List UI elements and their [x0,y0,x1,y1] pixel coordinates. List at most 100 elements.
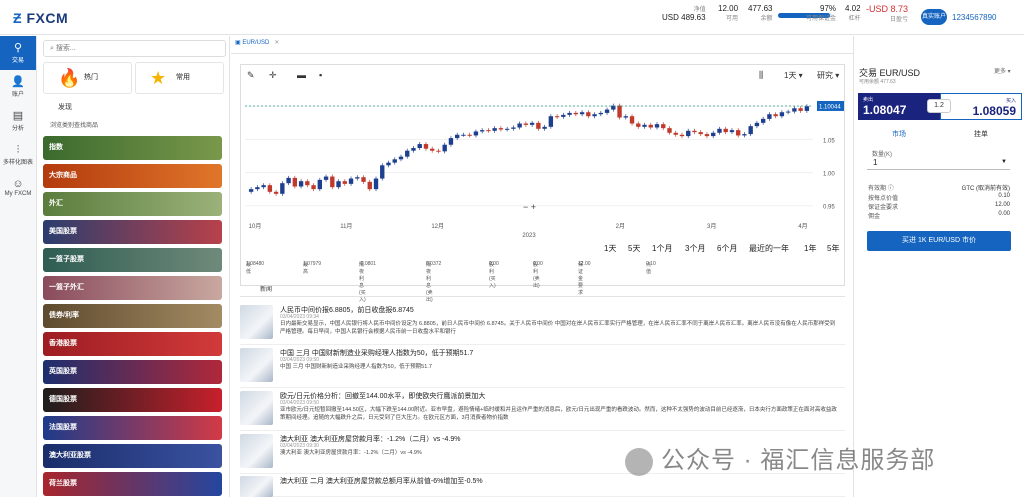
star-icon: ★ [150,68,167,88]
timeframe-select[interactable]: 1天 ▾ [784,70,803,81]
candle [492,128,497,131]
candle [717,128,722,133]
candle [486,130,491,132]
candle [573,112,579,115]
comment-icon[interactable]: ▬ [297,70,306,80]
category-de-stocks[interactable]: 德国股票 [43,388,222,412]
candle [773,114,778,117]
candle [692,130,697,133]
candle [473,131,479,136]
candle [361,177,366,182]
candle [348,178,354,184]
candle [779,112,785,117]
category-forex[interactable]: 外汇 [43,192,222,216]
nav-trade-label: 交易 [11,58,24,64]
nav-charts[interactable]: ⫶ 多样化图表 [0,138,36,172]
category-indices[interactable]: 指数 [43,136,222,160]
fxcm-logo[interactable]: Ƶ FXCM [13,10,68,26]
candle [411,148,416,151]
category-au-stocks[interactable]: 澳大利亚股票 [43,444,222,468]
close-icon[interactable]: ✕ [274,40,279,46]
category-forex-baskets[interactable]: 一篮子外汇 [43,276,222,300]
favorite-common-label: 常用 [176,74,190,81]
category-bonds[interactable]: 债券/利率 [43,304,222,328]
nav-trade[interactable]: ⚲ 交易 [0,36,36,70]
candle [267,185,273,192]
favorite-common[interactable]: ★ 常用 [135,62,224,94]
candle [523,123,529,125]
period-1m[interactable]: 1个月 [652,243,672,254]
period-3m[interactable]: 3个月 [685,243,705,254]
buy-market-button[interactable]: 买进 1K EUR/USD 市价 [867,231,1011,251]
category-nl-stocks[interactable]: 荷兰股票 [43,472,222,496]
news-item[interactable]: 澳大利亚 二月 澳大利亚房屋贷款总额月率从前值-6%增加至-0.5% [240,474,845,497]
row-margin: 保证金要求 12.00 [868,202,1010,211]
nav-myfxcm[interactable]: ☺ My FXCM [0,172,36,206]
crosshair-icon[interactable]: ✛ [269,70,277,81]
news-item[interactable]: 中国 三月 中国财新制造业采购经理人指数为50，低于预期51.7 03/04/2… [240,346,845,388]
quantity-select[interactable]: 1 ▼ [867,156,1010,170]
candle [442,144,447,152]
candle [305,181,310,186]
news-item[interactable]: 欧元/日元价格分析：回撤至144.00水平，即使欧央行鹰派前景加大 03/04/… [240,389,845,431]
trade-more[interactable]: 更多 ▾ [994,66,1011,75]
stat-equity: 净值 USD 489.63 [662,7,706,22]
category-us-stocks[interactable]: 美国股票 [43,220,222,244]
candle [405,150,410,157]
period-5y[interactable]: 5年 [827,243,839,254]
search-chart-icon: ⚲ [13,42,23,54]
category-hk-stocks[interactable]: 香港股票 [43,332,222,356]
account-button[interactable]: 真实账户 [921,9,947,25]
tab-eurusd[interactable]: ▣ EUR/USD ✕ [235,39,279,46]
search-input[interactable]: ⌕ 搜索... [43,40,226,57]
candle [261,185,266,188]
nav-account[interactable]: 👤 账户 [0,70,36,104]
x-tick-label: 4月 [798,223,807,230]
category-uk-stocks[interactable]: 英国股票 [43,360,222,384]
news-item[interactable]: 人民币中间价报6.8805，前日收盘报6.8745 03/04/2023 09:… [240,303,845,345]
candlestick-icon[interactable]: ⫼ [759,70,763,81]
category-commodities[interactable]: 大宗商品 [43,164,222,188]
current-price-label: 1.10044 [819,104,841,110]
wechat-icon [625,447,653,476]
category-stock-baskets[interactable]: 一篮子股票 [43,248,222,272]
buy-price-button[interactable]: 买入 1.08059 [940,93,1022,120]
period-recent-year[interactable]: 最近的一年 [749,243,789,254]
chart-tab-bar: ▣ EUR/USD ✕ [231,36,853,54]
screenshot-icon[interactable]: ▪ [319,70,322,80]
tab-news[interactable]: 新闻 [260,284,272,293]
candle [317,179,322,190]
news-thumbnail [240,391,273,425]
chevron-down-icon: ▼ [1001,159,1007,165]
period-1d[interactable]: 1天 [604,243,616,254]
nav-myfxcm-label: My FXCM [4,191,32,197]
period-6m[interactable]: 6个月 [717,243,737,254]
pencil-icon[interactable]: ✎ [247,70,255,81]
search-placeholder: 搜索... [55,45,76,52]
account-number[interactable]: 1234567890 [952,13,997,22]
candle [767,114,772,119]
period-5d[interactable]: 5天 [628,243,640,254]
news-thumbnail [240,476,273,497]
buy-price: 1.08059 [972,104,1016,118]
nav-analysis[interactable]: ▤ 分析 [0,104,36,138]
top-bar: Ƶ FXCM 净值 USD 489.63 12.00 可用 477.63 余额 … [0,0,1024,35]
stat-usable: 12.00 可用 [718,4,739,22]
period-1y[interactable]: 1年 [804,243,816,254]
candle [592,114,597,117]
candle [629,116,635,124]
candle [798,108,803,111]
nav-account-label: 账户 [11,92,24,98]
tab-limit[interactable]: 挂单 [974,129,988,139]
candle [579,112,585,115]
candlestick-chart[interactable]: 1.101.051.000.9510月11月12月20232月3月4月1.100… [241,87,844,242]
candle [642,124,647,127]
research-menu[interactable]: 研究 ▾ [817,70,839,81]
spread-badge: 1.2 [927,99,951,113]
candle [398,156,404,160]
category-fr-stocks[interactable]: 法国股票 [43,416,222,440]
tab-market[interactable]: 市场 [892,129,906,139]
candle [548,116,554,127]
zoom-controls[interactable]: − + [523,202,536,212]
favorite-popular[interactable]: 🔥 热门 [43,62,132,94]
